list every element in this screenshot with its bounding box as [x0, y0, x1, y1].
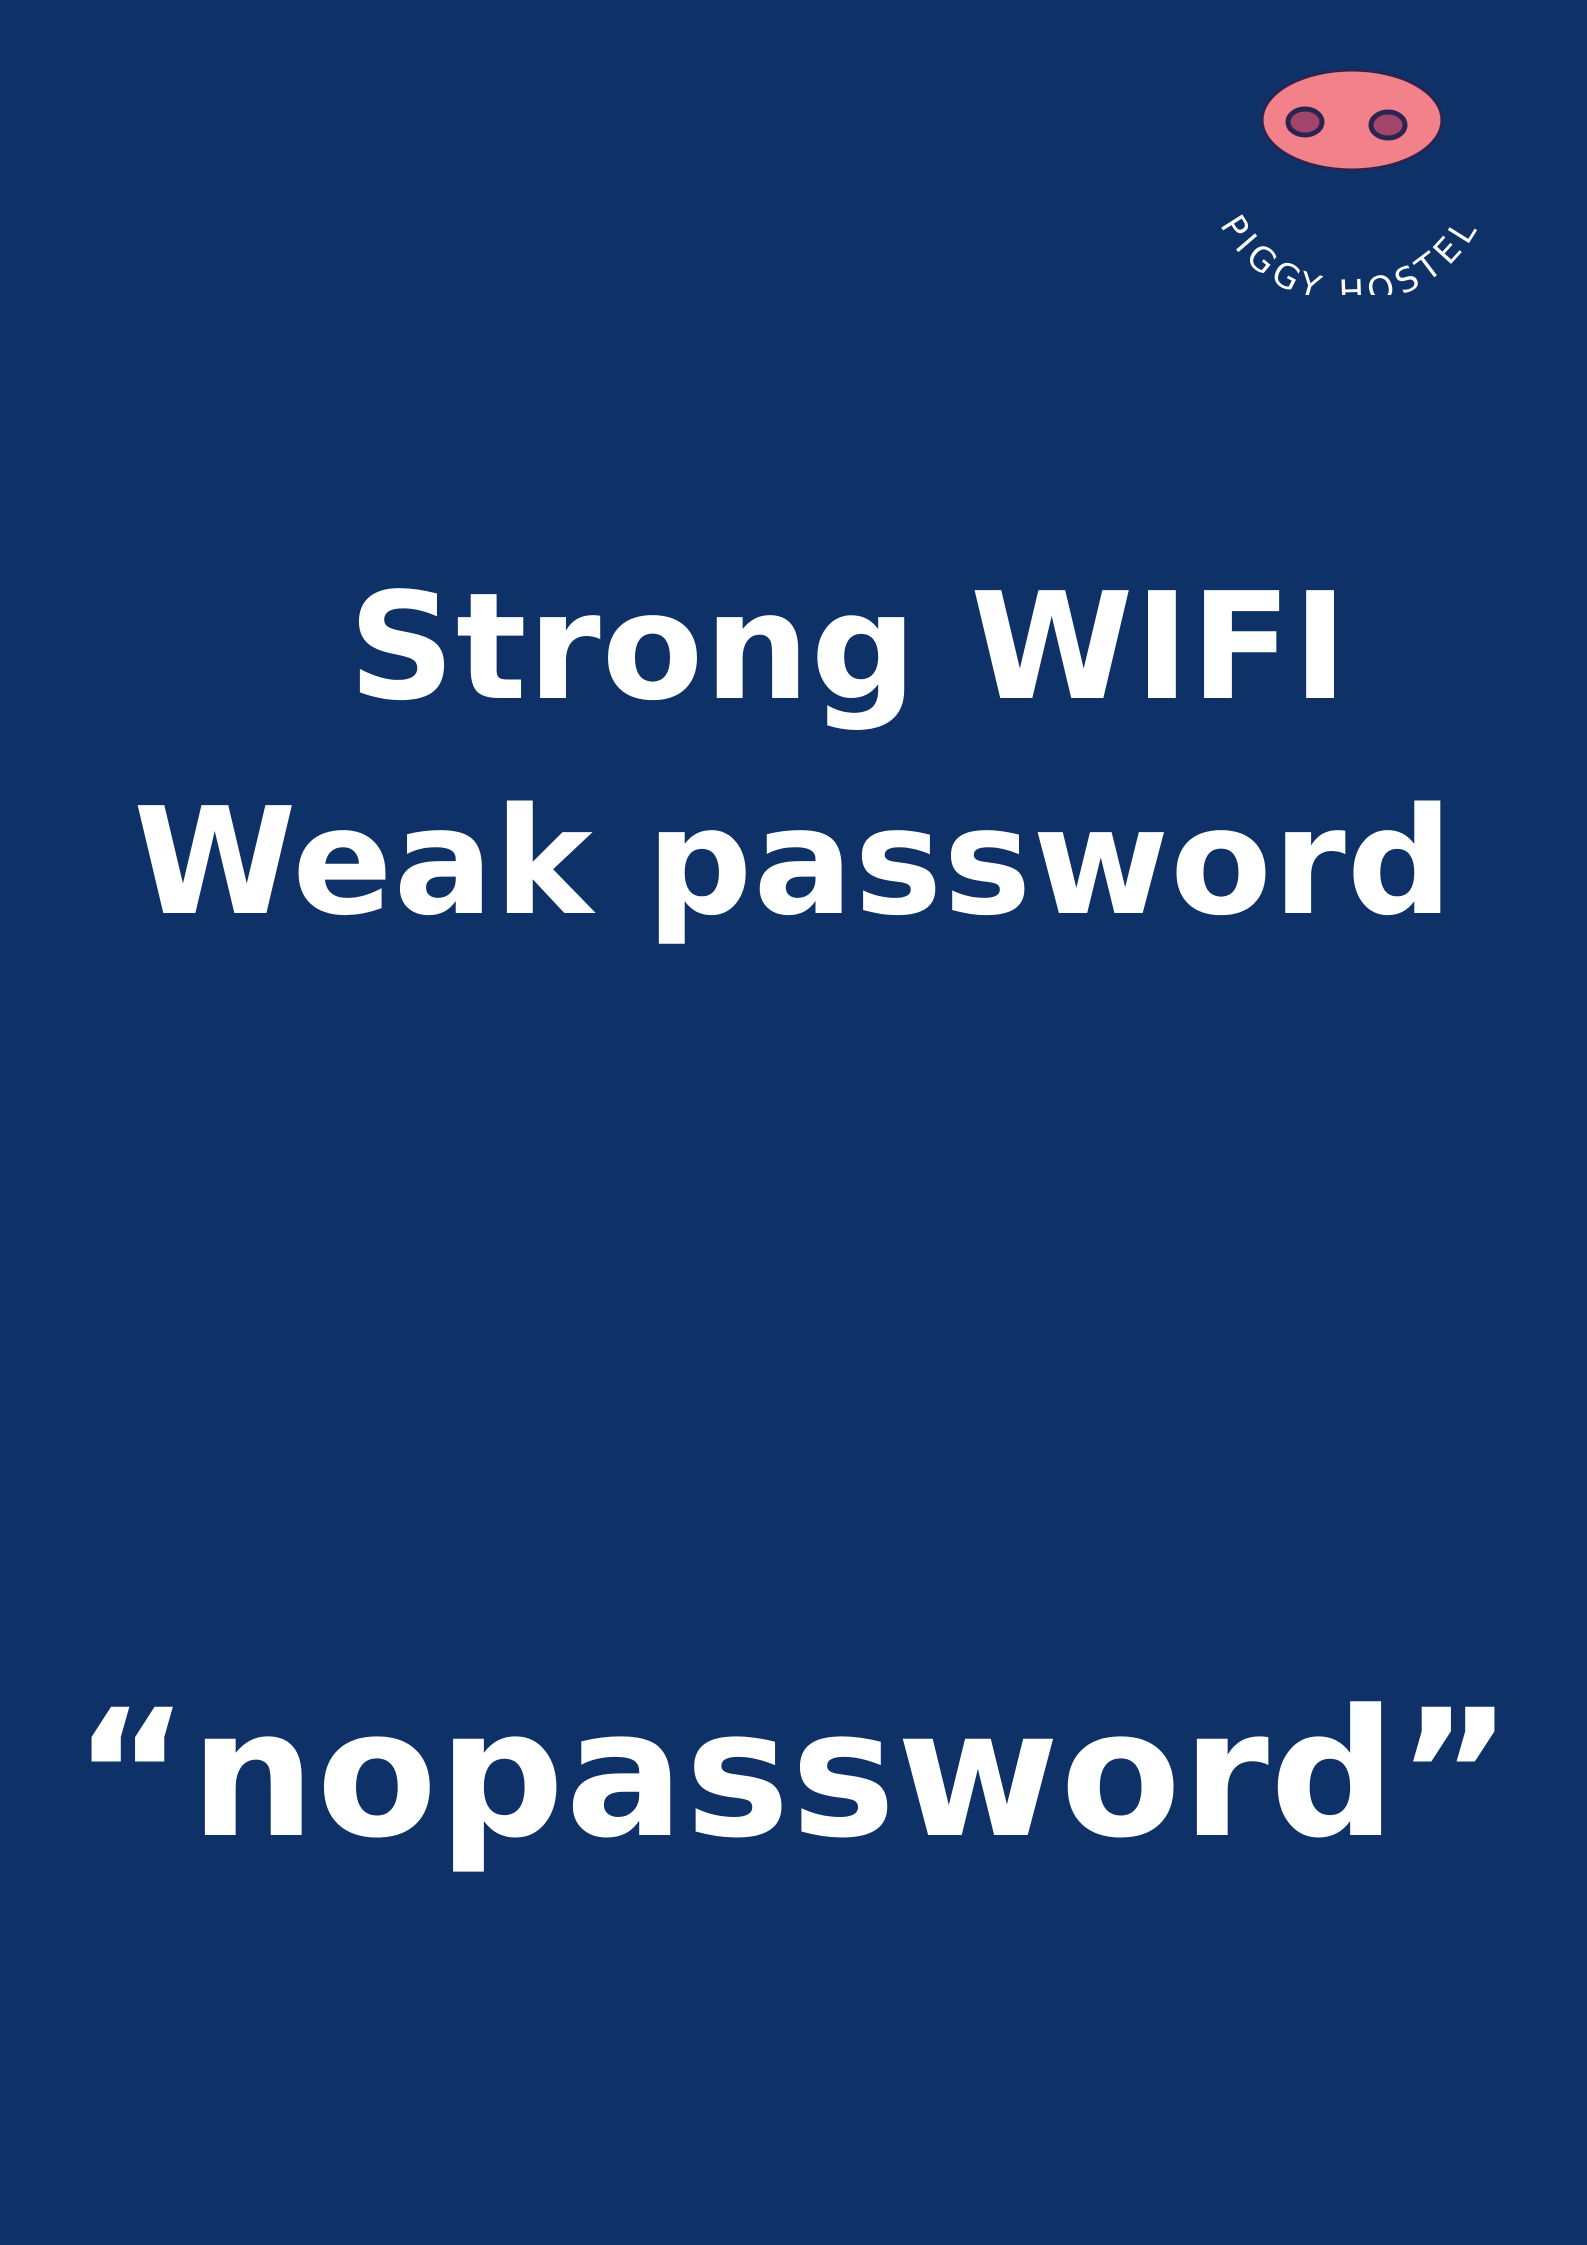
headline: Strong WIFI Weak password — [0, 540, 1587, 970]
pig-snout-icon — [1260, 68, 1444, 172]
headline-line-1: Strong WIFI — [348, 561, 1349, 733]
wifi-poster: PIGGY HOSTEL Strong WIFI Weak password “… — [0, 0, 1587, 2245]
brand-name-path: PIGGY HOSTEL — [1212, 208, 1482, 295]
piggy-hostel-logo: PIGGY HOSTEL — [1185, 55, 1515, 295]
headline-line-2: Weak password — [133, 776, 1454, 948]
logo-graphic: PIGGY HOSTEL — [1212, 68, 1488, 295]
brand-name: PIGGY HOSTEL — [1212, 208, 1488, 295]
wifi-password: “nopassword” — [73, 1672, 1514, 1877]
